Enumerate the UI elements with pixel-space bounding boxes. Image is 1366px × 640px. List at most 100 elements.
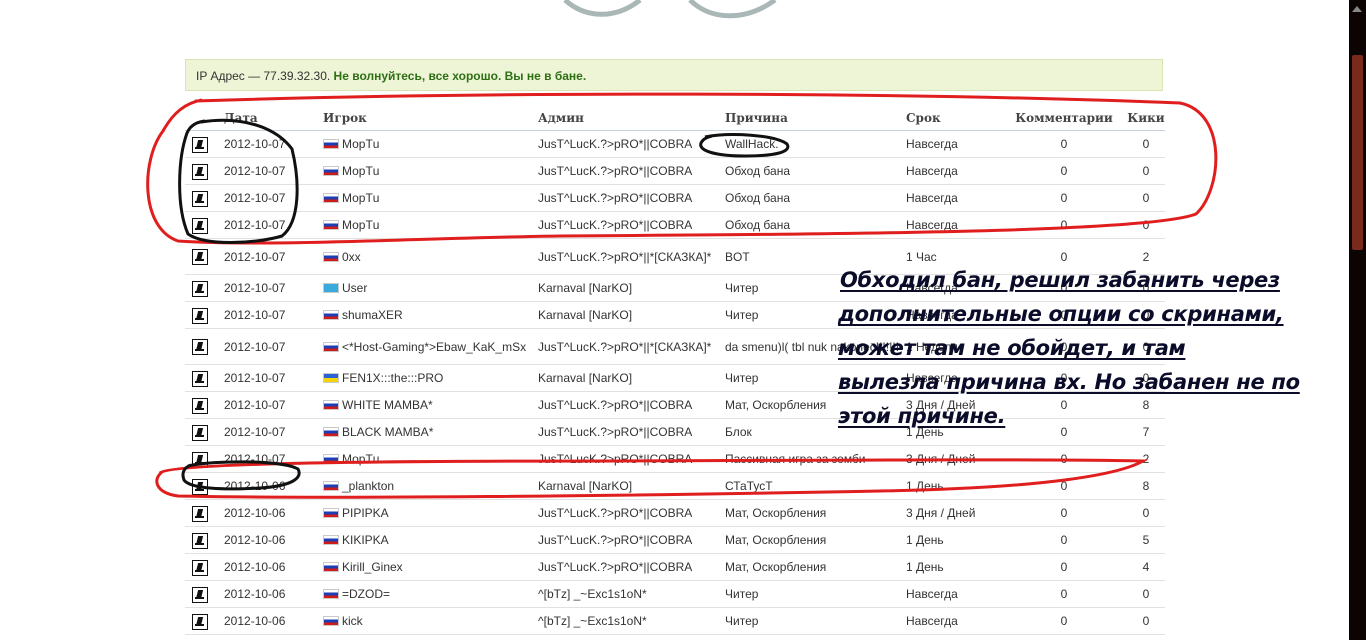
table-row[interactable]: 2012-10-06 KIKIPKA JusT^LucK.?>pRO*||COBRA… [185, 526, 1165, 554]
term-cell: 3 Дня / Дней [902, 445, 1001, 473]
column-header-comments[interactable]: Комментарии [1001, 105, 1127, 131]
player-text: _plankton [342, 479, 395, 493]
player-cell: FEN1X:::the:::PRO [320, 364, 535, 392]
game-cell [185, 184, 216, 212]
admin-text: JusT^LucK.?>pRO*||COBRA [538, 425, 693, 439]
comments-text: 0 [1060, 479, 1068, 493]
date-text: 2012-10-07 [224, 308, 286, 322]
admin-cell: JusT^LucK.?>pRO*||COBRA [535, 130, 722, 158]
term-cell: Навсегда [902, 184, 1001, 212]
kicks-text: 5 [1142, 533, 1150, 547]
country-flag-icon [323, 283, 339, 293]
date-cell: 2012-10-07 [216, 301, 320, 329]
player-cell: МорТu [320, 211, 535, 239]
game-cell [185, 211, 216, 239]
game-mod-icon [192, 163, 208, 180]
comments-cell: 0 [1001, 607, 1127, 635]
kicks-text: 4 [1142, 560, 1150, 574]
comments-cell: 0 [1001, 130, 1127, 158]
game-mod-icon [192, 559, 208, 576]
table-row[interactable]: 2012-10-07 МорТu JusT^LucK.?>pRO*||COBRA Па… [185, 445, 1165, 473]
admin-text: JusT^LucK.?>pRO*||COBRA [538, 137, 693, 151]
country-flag-icon [323, 535, 339, 545]
date-text: 2012-10-07 [224, 164, 286, 178]
annotation-line-1: Обходил бан, решил забанить через [840, 268, 1280, 292]
table-row[interactable]: 2012-10-07 МорТu JusT^LucK.?>pRO*||COBRA Об… [185, 157, 1165, 185]
date-cell: 2012-10-06 [216, 526, 320, 554]
date-text: 2012-10-06 [224, 533, 286, 547]
country-flag-icon [323, 562, 339, 572]
table-row[interactable]: 2012-10-07 МорТu JusT^LucK.?>pRO*||COBRA Об… [185, 184, 1165, 212]
comments-cell: 0 [1001, 553, 1127, 581]
column-header-game [185, 105, 216, 131]
table-row[interactable]: 2012-10-06 =DZOD= ^[bTz] _~Exc1s1oN* Читер Н… [185, 580, 1165, 608]
admin-text: Karnaval [NarKO] [538, 281, 633, 295]
game-mod-icon [192, 397, 208, 414]
game-cell [185, 391, 216, 419]
date-cell: 2012-10-06 [216, 499, 320, 527]
date-cell: 2012-10-07 [216, 157, 320, 185]
date-text: 2012-10-07 [224, 249, 286, 264]
column-header-player[interactable]: Игрок [320, 105, 535, 131]
player-text: МорТu [342, 452, 380, 466]
date-cell: 2012-10-07 [216, 445, 320, 473]
comments-cell: 0 [1001, 211, 1127, 239]
game-cell [185, 301, 216, 329]
comments-text: 0 [1060, 218, 1068, 232]
kicks-text: 0 [1142, 614, 1150, 628]
term-cell: Навсегда [902, 157, 1001, 185]
game-cell [185, 130, 216, 158]
player-text: МорТu [342, 137, 380, 151]
column-header-date[interactable]: Дата [216, 105, 320, 131]
game-mod-icon [192, 370, 208, 387]
term-cell: Навсегда [902, 130, 1001, 158]
admin-cell: Karnaval [NarKO] [535, 274, 722, 302]
reason-text: Читер [725, 308, 759, 322]
table-row[interactable]: 2012-10-06 PIPIPKA JusT^LucK.?>pRO*||COBRA… [185, 499, 1165, 527]
column-header-kicks[interactable]: Кики [1127, 105, 1165, 131]
admin-text: JusT^LucK.?>pRO*||*[СКАЗКА]* [538, 249, 712, 264]
scrollbar-thumb[interactable] [1352, 55, 1363, 250]
table-row[interactable]: 2012-10-07 МорТu JusT^LucK.?>pRO*||COBRA Wa… [185, 130, 1165, 158]
table-row[interactable]: 2012-10-06 Kirill_Ginex JusT^LucK.?>pRO*||… [185, 553, 1165, 581]
reason-cell: Мат, Оскорбления [722, 499, 902, 527]
reason-text: Обход бана [725, 218, 790, 232]
game-cell [185, 364, 216, 392]
date-text: 2012-10-07 [224, 281, 286, 295]
term-text: 3 Дня / Дней [906, 452, 976, 466]
kicks-cell: 0 [1127, 607, 1165, 635]
admin-cell: JusT^LucK.?>pRO*||COBRA [535, 445, 722, 473]
column-header-admin[interactable]: Админ [535, 105, 722, 131]
country-flag-icon [323, 139, 339, 149]
term-text: 3 Дня / Дней [906, 506, 976, 520]
date-cell: 2012-10-06 [216, 580, 320, 608]
player-text: shumaXER [342, 308, 403, 322]
comments-text: 0 [1060, 164, 1068, 178]
kicks-text: 2 [1142, 452, 1150, 466]
term-text: 1 День [906, 533, 944, 547]
kicks-text: 0 [1142, 137, 1150, 151]
game-cell [185, 328, 216, 365]
table-row[interactable]: 2012-10-06 kick ^[bTz] _~Exc1s1oN* Читер Нав… [185, 607, 1165, 635]
column-header-term[interactable]: Срок [902, 105, 1001, 131]
column-header-reason[interactable]: Причина [722, 105, 902, 131]
country-flag-icon [323, 454, 339, 464]
player-text: МорТu [342, 218, 380, 232]
reason-text: BOT [725, 249, 750, 264]
term-cell: Навсегда [902, 211, 1001, 239]
reason-cell: Мат, Оскорбления [722, 553, 902, 581]
game-cell [185, 472, 216, 500]
table-row[interactable]: 2012-10-07 МорТu JusT^LucK.?>pRO*||COBRA Об… [185, 211, 1165, 239]
comments-cell: 0 [1001, 445, 1127, 473]
game-mod-icon [192, 451, 208, 468]
date-cell: 2012-10-07 [216, 274, 320, 302]
reason-text: СТаТусТ [725, 479, 773, 493]
table-row[interactable]: 2012-10-06 _plankton Karnaval [NarKO] СТаТу… [185, 472, 1165, 500]
scroll-up-arrow-icon[interactable] [1352, 6, 1362, 12]
kicks-cell: 8 [1127, 472, 1165, 500]
admin-text: JusT^LucK.?>pRO*||COBRA [538, 164, 693, 178]
comments-text: 0 [1060, 587, 1068, 601]
vertical-scrollbar[interactable] [1349, 0, 1366, 640]
game-cell [185, 157, 216, 185]
annotation-line-4: вылезла причина вх. Но забанен не по [838, 370, 1300, 394]
